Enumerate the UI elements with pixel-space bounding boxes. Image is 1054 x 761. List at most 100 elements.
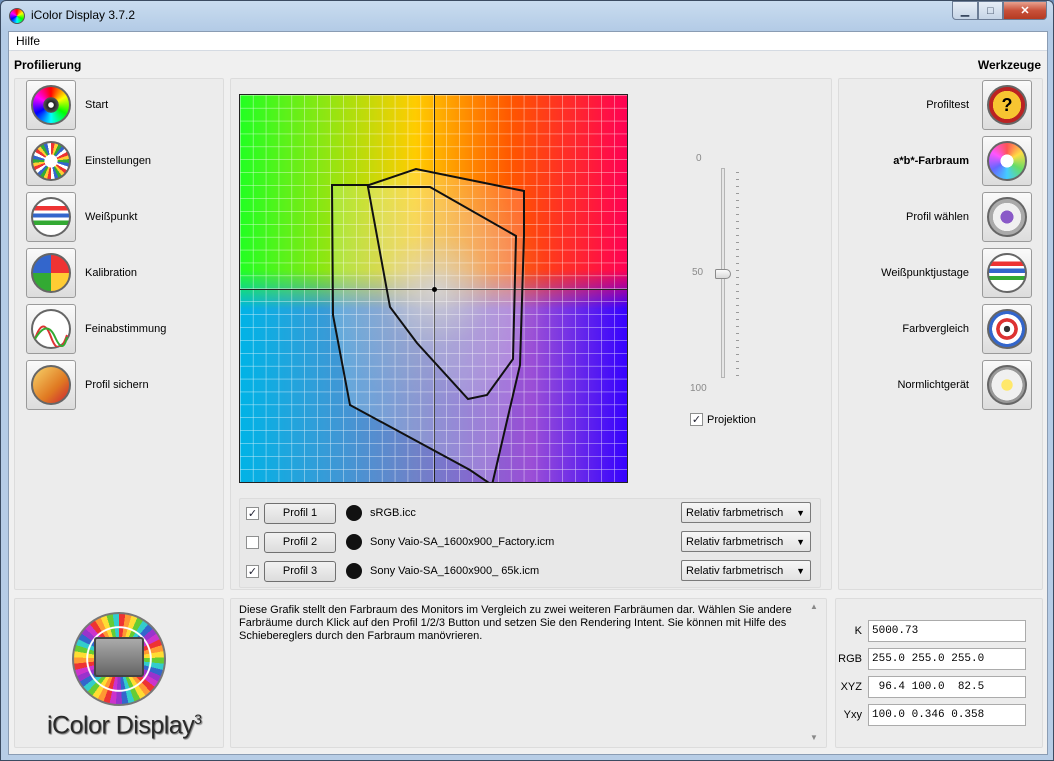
readout-row-xyz: XYZ 96.4 100.0 82.5 — [837, 676, 1026, 698]
minimize-button[interactable]: ▁ — [952, 1, 978, 20]
description-scrollbar[interactable]: ▲ ▼ — [808, 602, 822, 742]
tool-label-normlight: Normlichtgerät — [897, 379, 969, 391]
nav-item-start[interactable]: Start — [26, 80, 108, 130]
profile-1-checkbox[interactable]: ✓ — [246, 506, 259, 520]
nav-finetune-button[interactable] — [26, 304, 76, 354]
save-profile-icon — [31, 365, 71, 405]
description-line-2: Farbräume durch Klick auf den Profil 1/2… — [239, 617, 787, 629]
tool-label-choose-profile: Profil wählen — [906, 211, 969, 223]
tool-item-normlight[interactable]: Normlichtgerät — [838, 360, 1032, 410]
profile-3-checkbox[interactable]: ✓ — [246, 564, 259, 578]
projection-row[interactable]: ✓ Projektion — [690, 413, 756, 426]
nav-whitepoint-button[interactable] — [26, 192, 76, 242]
readout-label-yxy: Yxy — [843, 709, 862, 721]
tool-item-color-compare[interactable]: Farbvergleich — [838, 304, 1032, 354]
nav-item-calibration[interactable]: Kalibration — [26, 248, 137, 298]
choose-profile-icon — [987, 197, 1027, 237]
profile-1-filename: sRGB.icc — [370, 507, 416, 519]
profile-2-button[interactable]: Profil 2 — [264, 531, 336, 553]
tool-color-compare-button[interactable] — [982, 304, 1032, 354]
logo-text: iColor Display — [47, 711, 195, 740]
nav-start-button[interactable] — [26, 80, 76, 130]
nav-settings-button[interactable] — [26, 136, 76, 186]
nav-label-save-profile: Profil sichern — [85, 379, 149, 391]
tool-normlight-button[interactable] — [982, 360, 1032, 410]
scroll-up-icon[interactable]: ▲ — [810, 602, 818, 611]
client-area: Hilfe Profilierung Start Einstellungen W… — [8, 31, 1048, 755]
logo-superscript: 3 — [194, 711, 202, 727]
profile-2-color-dot — [346, 534, 362, 550]
calibration-icon — [31, 253, 71, 293]
tool-label-profiletest: Profiltest — [926, 99, 969, 111]
nav-calibration-button[interactable] — [26, 248, 76, 298]
profile-2-checkbox[interactable] — [246, 535, 259, 549]
readout-value-xyz[interactable]: 96.4 100.0 82.5 — [868, 676, 1026, 698]
slider-mid-label: 50 — [692, 267, 704, 278]
logo-wordmark: iColor Display3 — [47, 711, 202, 740]
projection-checkbox[interactable]: ✓ — [690, 413, 703, 426]
profile-3-intent-select[interactable]: Relativ farbmetrisch ▼ — [681, 560, 811, 581]
tool-profiletest-button[interactable]: ? — [982, 80, 1032, 130]
finetune-icon — [31, 309, 71, 349]
checkmark-icon: ✓ — [691, 414, 702, 426]
left-panel-title: Profilierung — [14, 58, 82, 72]
readout-label-rgb: RGB — [838, 653, 862, 665]
settings-icon — [31, 141, 71, 181]
nav-label-whitepoint: Weißpunkt — [85, 211, 138, 223]
chevron-down-icon: ▼ — [796, 537, 805, 547]
logo-monitor — [94, 637, 144, 677]
profile-3-button[interactable]: Profil 3 — [264, 560, 336, 582]
title-bar[interactable]: iColor Display 3.7.2 ▁ □ ✕ — [1, 1, 1053, 31]
checkmark-icon: ✓ — [247, 565, 258, 578]
readout-value-k[interactable]: 5000.73 — [868, 620, 1026, 642]
readout-row-k: K 5000.73 — [837, 620, 1026, 642]
chevron-down-icon: ▼ — [796, 566, 805, 576]
slider-thumb[interactable] — [715, 269, 731, 279]
profile-2-intent-value: Relativ farbmetrisch — [686, 535, 784, 548]
readout-value-yxy[interactable]: 100.0 0.346 0.358 — [868, 704, 1026, 726]
menu-help[interactable]: Hilfe — [16, 34, 40, 48]
description-line-3: Schiebereglers durch den Farbraum manövr… — [239, 630, 483, 642]
tool-label-color-compare: Farbvergleich — [902, 323, 969, 335]
readout-value-rgb[interactable]: 255.0 255.0 255.0 — [868, 648, 1026, 670]
profile-1-button[interactable]: Profil 1 — [264, 502, 336, 524]
normlight-icon — [987, 365, 1027, 405]
tool-item-profiletest[interactable]: Profiltest ? — [838, 80, 1032, 130]
tool-gamut-button[interactable] — [982, 136, 1032, 186]
description-text: Diese Grafik stellt den Farbraum des Mon… — [239, 604, 799, 643]
close-button[interactable]: ✕ — [1003, 1, 1047, 20]
start-icon — [31, 85, 71, 125]
whitepoint-marker — [432, 287, 437, 292]
readout-label-k: K — [854, 625, 862, 637]
readout-row-yxy: Yxy 100.0 0.346 0.358 — [837, 704, 1026, 726]
slider-bottom-label: 100 — [690, 383, 707, 394]
nav-label-finetune: Feinabstimmung — [85, 323, 167, 335]
gamut-icon — [987, 141, 1027, 181]
profile-1-intent-select[interactable]: Relativ farbmetrisch ▼ — [681, 502, 811, 523]
tool-choose-profile-button[interactable] — [982, 192, 1032, 242]
tool-item-choose-profile[interactable]: Profil wählen — [838, 192, 1032, 242]
maximize-button[interactable]: □ — [978, 1, 1003, 20]
window-title: iColor Display 3.7.2 — [31, 8, 136, 22]
tool-item-gamut[interactable]: a*b*-Farbraum — [838, 136, 1032, 186]
nav-item-whitepoint[interactable]: Weißpunkt — [26, 192, 137, 242]
nav-item-save-profile[interactable]: Profil sichern — [26, 360, 149, 410]
chevron-down-icon: ▼ — [796, 508, 805, 518]
profile-2-intent-select[interactable]: Relativ farbmetrisch ▼ — [681, 531, 811, 552]
tool-item-whitepoint-adjust[interactable]: Weißpunktjustage — [838, 248, 1032, 298]
nav-item-settings[interactable]: Einstellungen — [26, 136, 151, 186]
app-window: iColor Display 3.7.2 ▁ □ ✕ Hilfe Profili… — [0, 0, 1054, 761]
color-compare-icon — [987, 309, 1027, 349]
description-line-1: Diese Grafik stellt den Farbraum des Mon… — [239, 604, 792, 616]
profile-1-intent-value: Relativ farbmetrisch — [686, 506, 784, 519]
nav-save-profile-button[interactable] — [26, 360, 76, 410]
tool-whitepoint-adjust-button[interactable] — [982, 248, 1032, 298]
profile-2-filename: Sony Vaio-SA_1600x900_Factory.icm — [370, 536, 555, 548]
ab-gamut-chart — [239, 94, 628, 483]
menu-bar: Hilfe — [9, 32, 1047, 51]
nav-item-finetune[interactable]: Feinabstimmung — [26, 304, 166, 354]
checkmark-icon: ✓ — [247, 507, 258, 520]
slider-ticks — [736, 172, 739, 377]
nav-label-start: Start — [85, 99, 109, 111]
scroll-down-icon[interactable]: ▼ — [810, 733, 818, 742]
